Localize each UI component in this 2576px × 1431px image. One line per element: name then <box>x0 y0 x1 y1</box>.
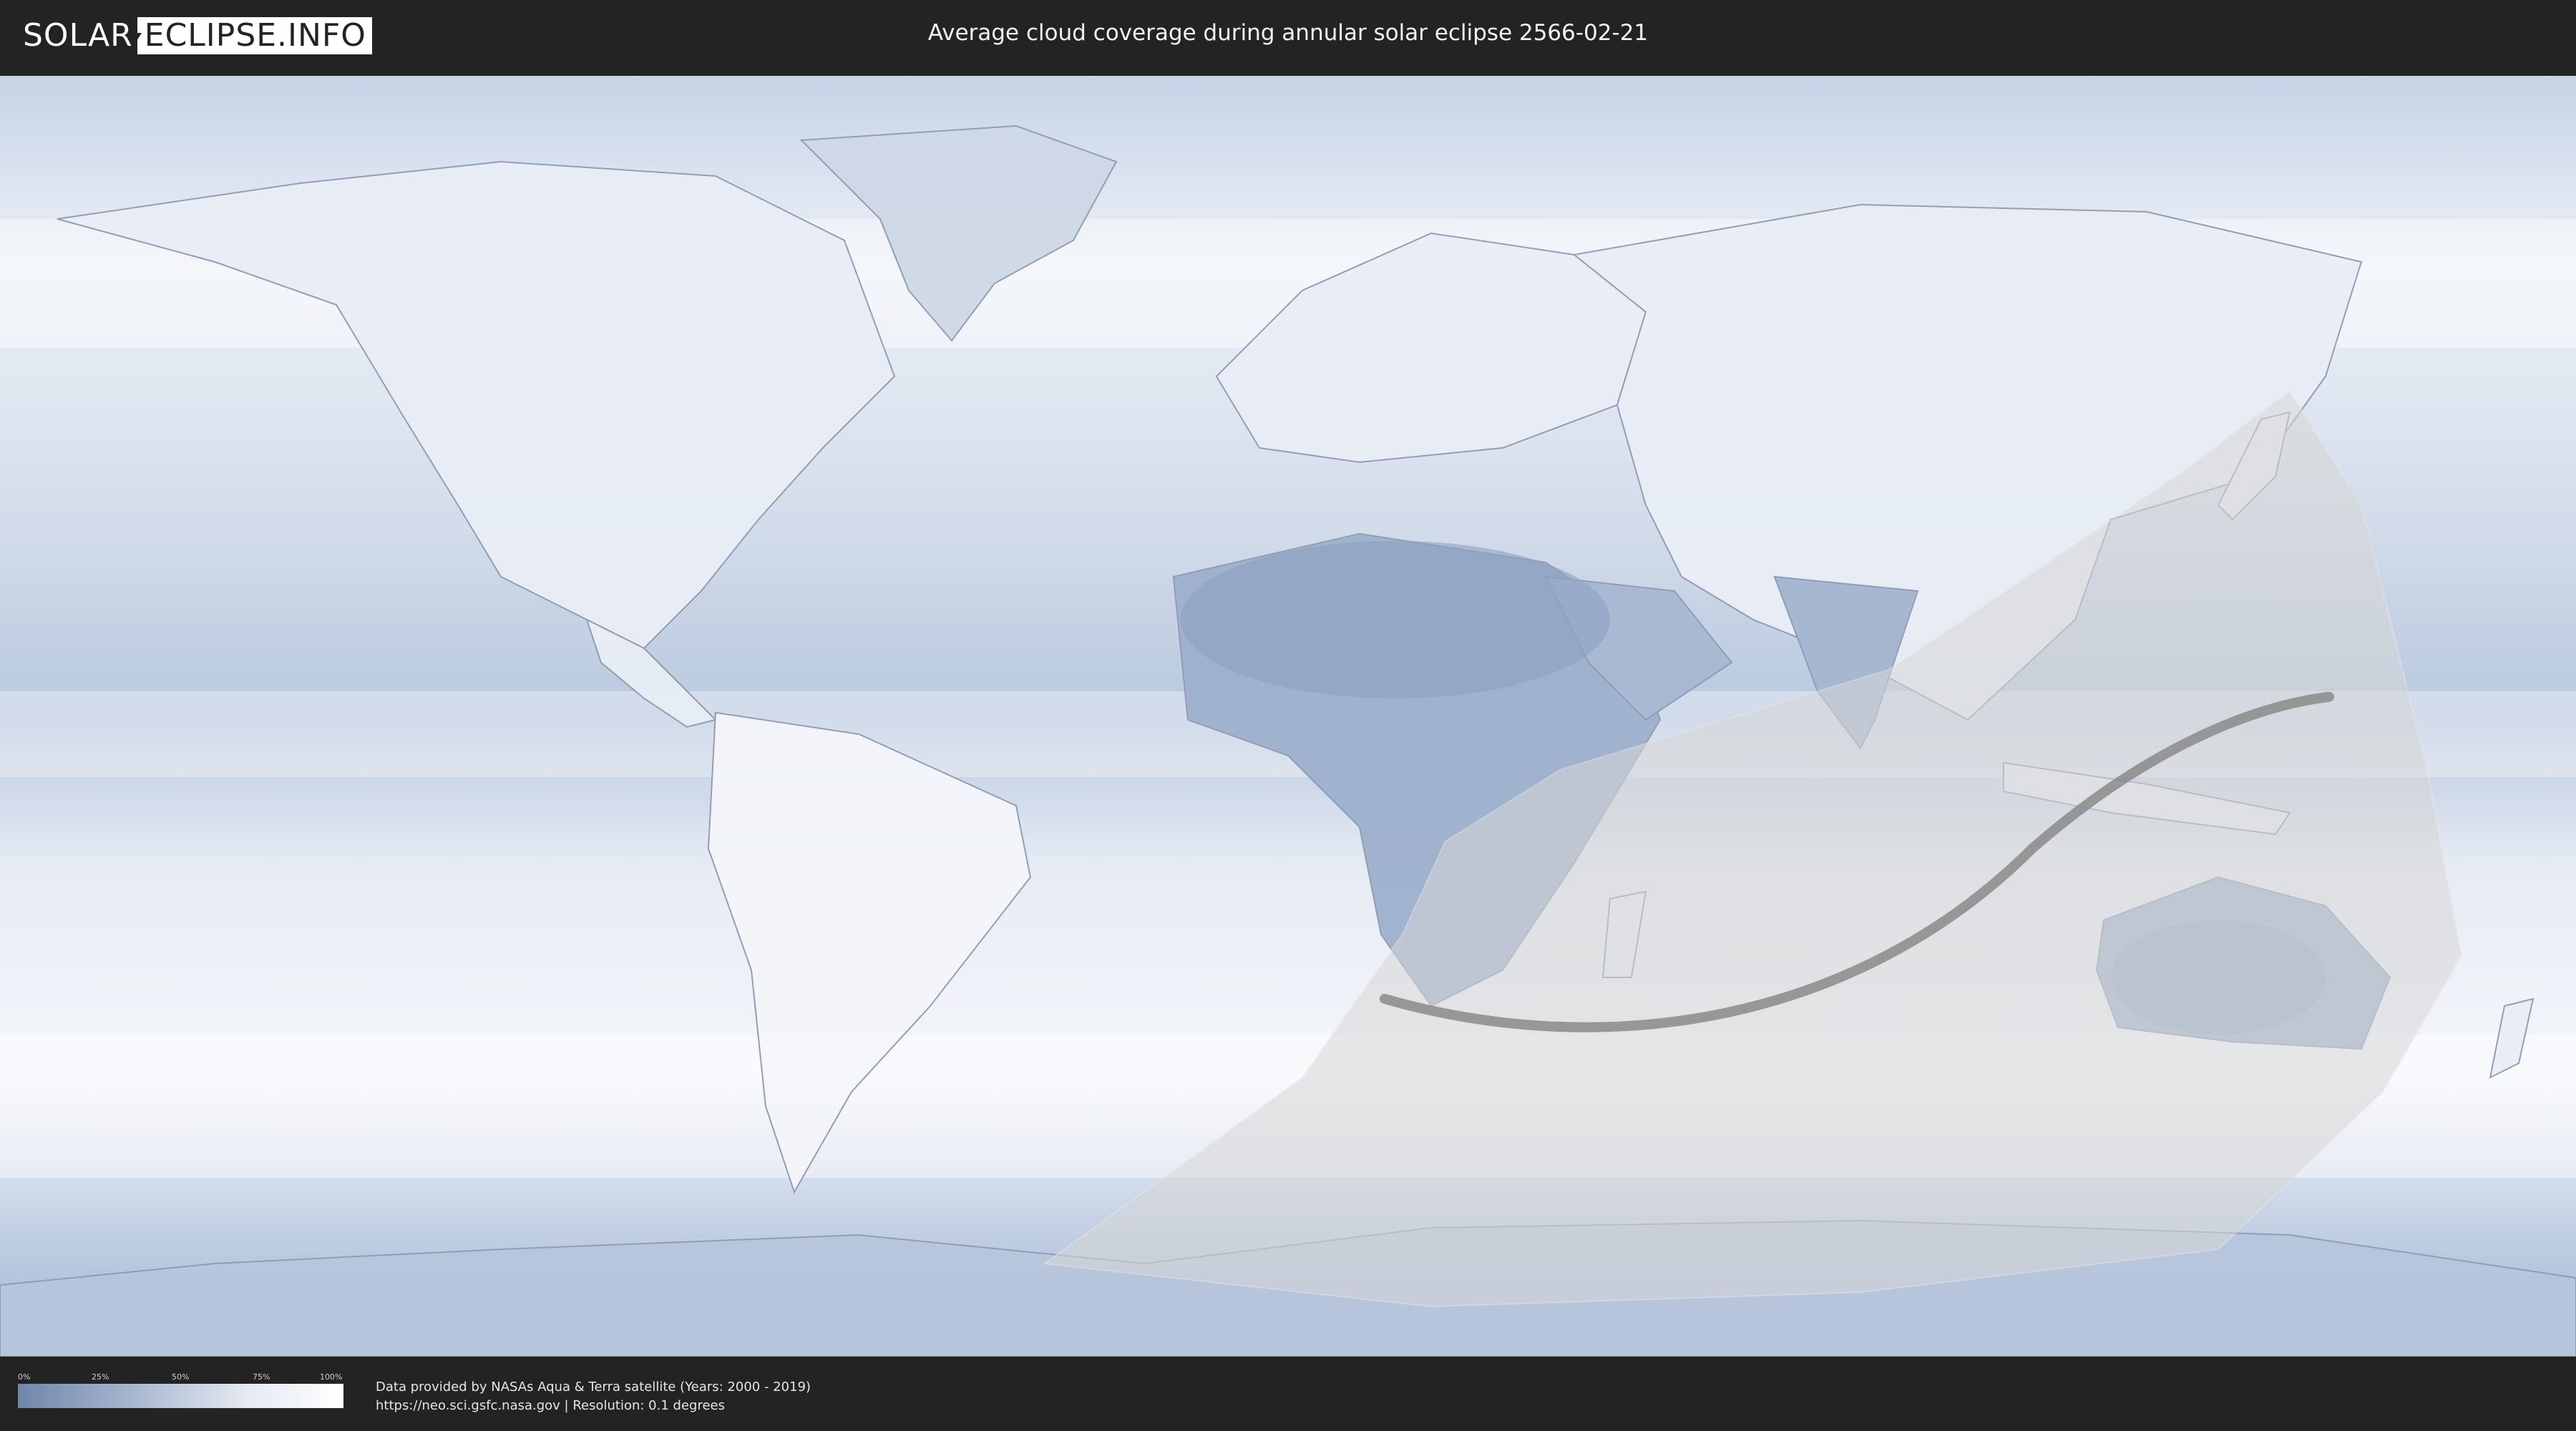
cloud-coverage-legend: 0% 25% 50% 75% 100% <box>18 1371 343 1414</box>
legend-color-bar <box>18 1384 343 1408</box>
header-bar: SOLAR ECLIPSE.INFO Average cloud coverag… <box>0 0 2576 72</box>
page-title: Average cloud coverage during annular so… <box>927 20 1649 46</box>
data-credits: Data provided by NASAs Aqua & Terra sate… <box>376 1378 811 1415</box>
world-map-svg <box>0 76 2576 1357</box>
credits-line-1: Data provided by NASAs Aqua & Terra sate… <box>376 1379 811 1395</box>
credits-line-2: https://neo.sci.gsfc.nasa.gov | Resoluti… <box>376 1398 725 1413</box>
legend-ticks: 0% 25% 50% 75% 100% <box>18 1371 343 1384</box>
legend-tick-25: 25% <box>92 1372 109 1382</box>
legend-tick-100: 100% <box>320 1372 343 1382</box>
legend-tick-50: 50% <box>172 1372 190 1382</box>
footer-bar: 0% 25% 50% 75% 100% Data provided by NAS… <box>0 1357 2576 1431</box>
sahara-clear-sky <box>1181 541 1610 698</box>
legend-tick-0: 0% <box>18 1372 31 1382</box>
legend-tick-75: 75% <box>253 1372 270 1382</box>
cloud-coverage-map[interactable] <box>0 76 2576 1357</box>
